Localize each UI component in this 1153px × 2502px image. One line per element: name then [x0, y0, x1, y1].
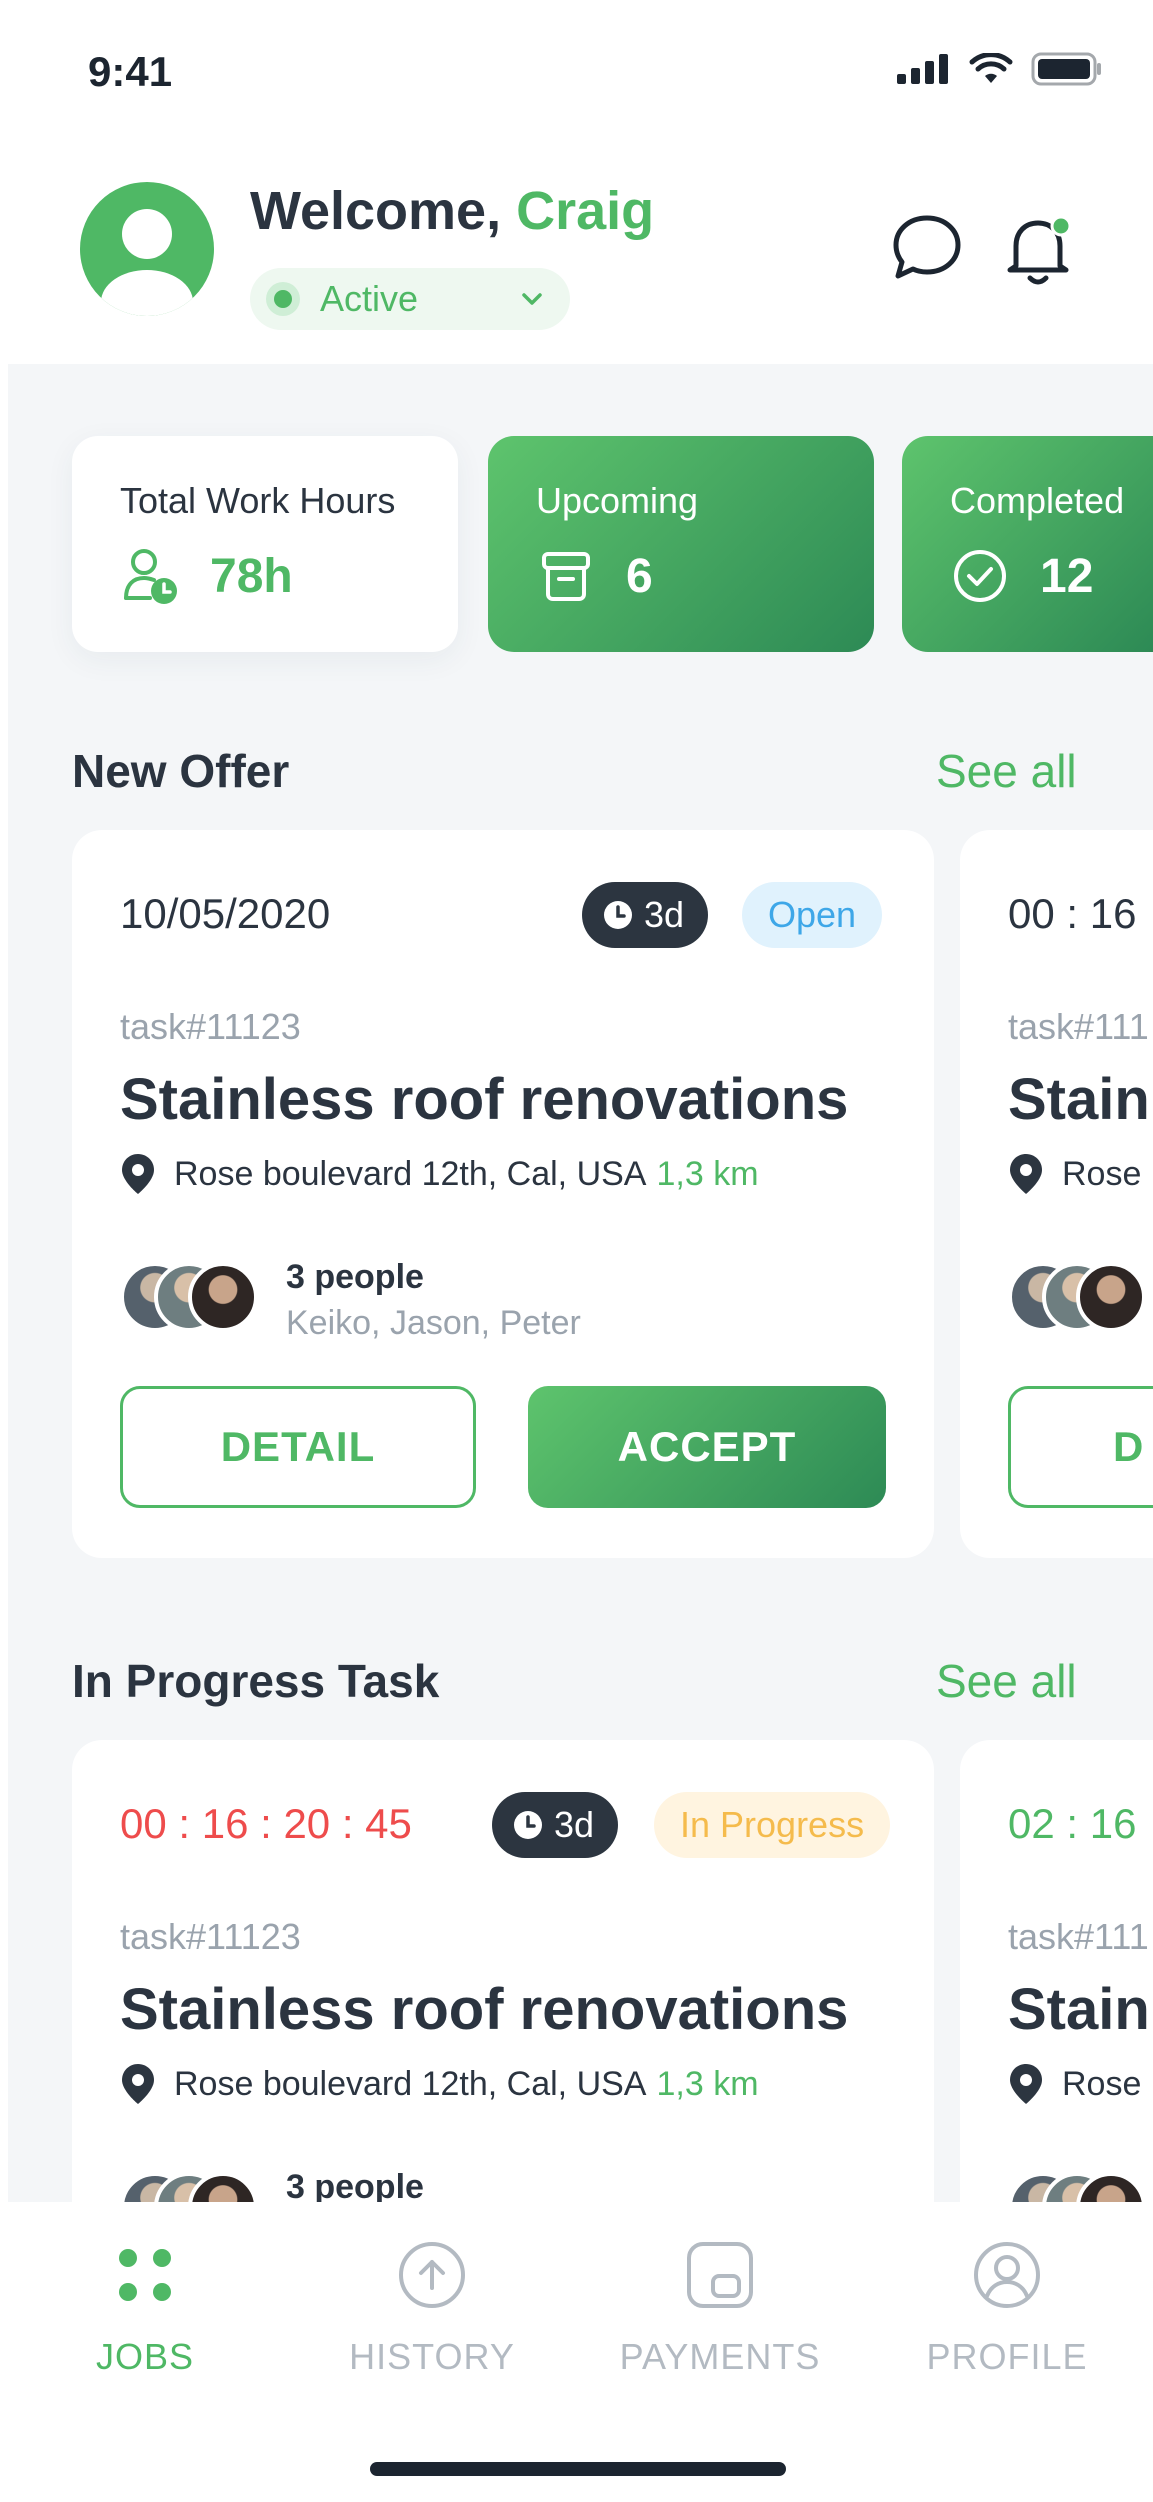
address-text: Rose	[1062, 1154, 1142, 1193]
task-id: task#111	[1008, 1916, 1149, 1957]
location-pin-icon	[122, 2064, 154, 2104]
battery-icon	[1031, 52, 1101, 86]
stat-label: Total Work Hours	[120, 480, 396, 521]
address-text: Rose boulevard 12th, Cal, USA	[174, 2064, 647, 2103]
detail-button[interactable]: DETAIL	[120, 1386, 476, 1508]
duration-value: 3d	[644, 894, 685, 935]
home-indicator[interactable]	[370, 2462, 786, 2476]
profile-circle-icon	[974, 2242, 1040, 2308]
tab-jobs[interactable]: JOBS	[20, 2240, 270, 2378]
location-pin-icon	[1010, 1154, 1042, 1194]
welcome-prefix: Welcome,	[250, 181, 517, 241]
task-address: Rose	[1008, 2062, 1141, 2106]
people-names: Keiko, Jason, Peter	[286, 1304, 581, 1342]
new-offer-see-all-link[interactable]: See all	[936, 744, 1077, 798]
new-offer-title: New Offer	[72, 745, 290, 797]
user-name: Craig	[516, 181, 655, 241]
status-label: Active	[320, 278, 419, 319]
status-icons	[897, 52, 1103, 86]
stat-label: Upcoming	[536, 480, 699, 521]
status-dot-icon	[266, 282, 300, 316]
task-title: Stain	[1008, 1977, 1150, 2042]
distance-text: 1,3 km	[656, 2064, 759, 2103]
task-title: Stainless roof renovations	[120, 1067, 849, 1132]
stat-value: 78h	[210, 549, 293, 603]
address-text: Rose	[1062, 2064, 1142, 2103]
stat-value: 12	[1040, 549, 1094, 603]
tab-label: PROFILE	[926, 2336, 1088, 2377]
task-id: task#11123	[120, 1916, 301, 1957]
user-icon	[101, 209, 193, 316]
task-title: Stain	[1008, 1067, 1150, 1132]
tab-label: HISTORY	[349, 2336, 515, 2377]
task-id: task#111	[1008, 1006, 1149, 1047]
task-address: Rose boulevard 12th, Cal, USA 1,3 km	[120, 2062, 759, 2106]
archive-box-icon	[542, 552, 590, 601]
accept-button[interactable]: ACCEPT	[528, 1386, 886, 1508]
duration-badge: 3d	[492, 1792, 619, 1858]
tab-profile[interactable]: PROFILE	[882, 2240, 1132, 2378]
avatar	[188, 1262, 258, 1332]
offer-date: 10/05/2020	[120, 890, 331, 937]
status-dropdown[interactable]: Active	[250, 268, 570, 330]
task-title: Stainless roof renovations	[120, 1977, 849, 2042]
duration-value: 3d	[554, 1804, 595, 1845]
check-circle-icon	[954, 550, 1006, 602]
task-address: Rose	[1008, 1152, 1141, 1196]
stat-card-upcoming[interactable]: Upcoming 6	[488, 436, 874, 652]
status-badge-in-progress: In Progress	[654, 1792, 891, 1858]
tab-label: PAYMENTS	[619, 2336, 821, 2377]
tab-history[interactable]: HISTORY	[307, 2240, 557, 2378]
clock-icon	[604, 901, 632, 929]
countdown-timer: 00 : 16 : 20 : 45	[120, 1800, 412, 1847]
signal-icon	[897, 54, 948, 84]
task-id: task#11123	[120, 1006, 301, 1047]
people-count: 3 people	[286, 1258, 424, 1296]
avatar	[1076, 1262, 1146, 1332]
in-progress-title: In Progress Task	[72, 1655, 440, 1707]
upload-circle-icon	[399, 2242, 465, 2308]
location-pin-icon	[1010, 2064, 1042, 2104]
stat-card-work-hours[interactable]: Total Work Hours 78h	[72, 436, 458, 652]
detail-button[interactable]: D	[1008, 1386, 1153, 1508]
offer-card[interactable]: 10/05/2020 3d Open task#11123 Stainless …	[72, 830, 934, 1558]
address-text: Rose boulevard 12th, Cal, USA	[174, 1154, 647, 1193]
countdown-timer: 02 : 16	[1008, 1800, 1137, 1847]
chat-icon[interactable]	[890, 210, 964, 284]
distance-text: 1,3 km	[656, 1154, 759, 1193]
offer-date: 00 : 16	[1008, 890, 1137, 937]
task-address: Rose boulevard 12th, Cal, USA 1,3 km	[120, 1152, 759, 1196]
grid-dots-icon	[119, 2249, 171, 2301]
stat-label: Completed	[950, 480, 1125, 521]
wallet-icon	[687, 2242, 753, 2308]
location-pin-icon	[122, 1154, 154, 1194]
user-avatar[interactable]	[80, 182, 214, 316]
status-time: 9:41	[88, 48, 173, 95]
wifi-icon	[969, 53, 1013, 83]
people-avatars	[120, 1262, 260, 1336]
tab-payments[interactable]: PAYMENTS	[595, 2240, 845, 2378]
in-progress-see-all-link[interactable]: See all	[936, 1654, 1077, 1708]
chevron-down-icon	[522, 293, 542, 305]
clock-icon	[514, 1811, 542, 1839]
user-clock-icon	[124, 549, 177, 604]
people-avatars	[1008, 1262, 1148, 1336]
bell-icon[interactable]	[1000, 210, 1080, 290]
tab-label: JOBS	[95, 2336, 195, 2377]
welcome-heading: Welcome, Craig	[250, 180, 654, 242]
offer-card-peek[interactable]: 00 : 16 task#111 Stain Rose D	[960, 830, 1153, 1558]
duration-badge: 3d	[582, 882, 709, 948]
status-badge-open: Open	[742, 882, 883, 948]
stat-card-completed[interactable]: Completed 12	[902, 436, 1153, 652]
stat-value: 6	[626, 549, 653, 603]
